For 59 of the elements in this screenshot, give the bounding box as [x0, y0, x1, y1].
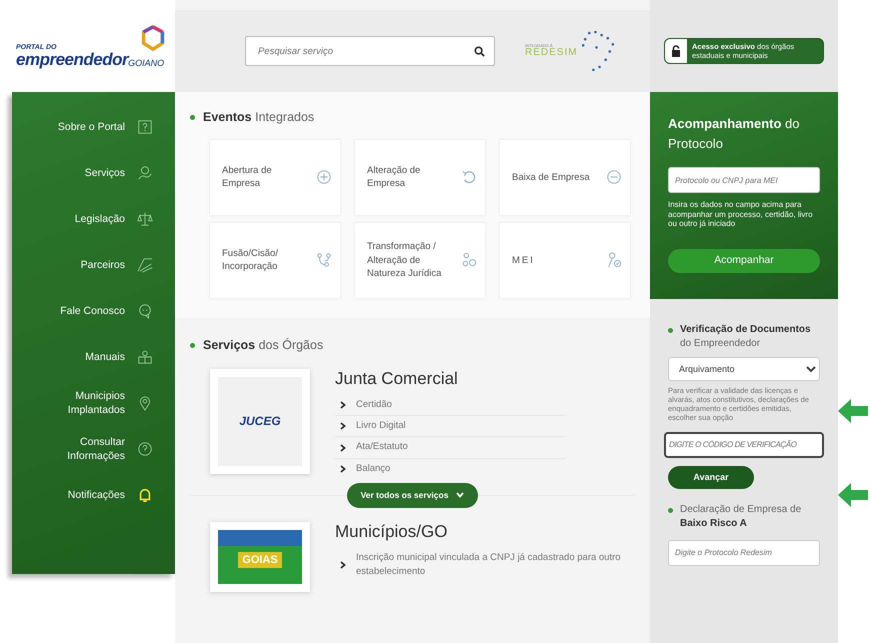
logo-text: REDESIM — [525, 48, 578, 58]
sidebar-item[interactable]: Serviços — [12, 150, 175, 196]
verification-code-field[interactable]: DIGITE O CÓDIGO DE VERIFICAÇÃO — [664, 432, 824, 458]
panel-title: Acompanhamento do Protocolo — [668, 115, 800, 152]
search-icon[interactable] — [474, 46, 485, 57]
service-link[interactable]: Inscrição municipal vinculada a CNPJ já cadastrado para outro estabelecimento — [335, 548, 635, 583]
chevron-icon — [340, 444, 346, 452]
arrow-icon — [838, 398, 868, 424]
help-text: Insira os dados no campo acima para acompanhar um processo, certidão, livro ou outro já iniciado — [668, 200, 814, 229]
sidebar-item[interactable]: Manuais — [12, 334, 175, 380]
agency-name: Junta Comercial — [335, 368, 459, 389]
chevron-icon — [340, 561, 346, 570]
protocol-field[interactable]: Protocolo ou CNPJ para MEI — [668, 167, 820, 193]
padlock-icon — [671, 45, 681, 57]
event-card[interactable]: Alteração de Empresa — [355, 140, 485, 215]
minus-icon — [606, 169, 622, 186]
logo-hexagon-icon — [141, 24, 165, 50]
section-title: Eventos Integrados — [203, 109, 314, 126]
undo-icon — [461, 169, 477, 186]
logo-text: empreendedor — [16, 50, 128, 68]
next-button[interactable]: Avançar — [668, 466, 754, 489]
user-check-icon — [606, 252, 622, 268]
view-all-button[interactable]: Ver todos os serviços — [346, 482, 478, 508]
sidebar-item[interactable]: Consultar Informações — [12, 426, 175, 472]
circles-icon — [461, 252, 477, 268]
event-card[interactable]: Transformação / Alteração de Natureza Jurídica — [355, 222, 485, 298]
brazil-map-icon — [582, 31, 614, 71]
service-link[interactable]: Certidão — [335, 394, 565, 416]
chevron-icon — [340, 401, 346, 410]
service-link[interactable]: Ata/Estatuto — [335, 437, 565, 459]
sidebar-item[interactable]: Legislação — [12, 196, 175, 242]
logo-text: GOIAS — [238, 552, 282, 568]
sidebar-item[interactable]: Fale Conosco — [12, 288, 175, 334]
event-card[interactable]: Fusão/Cisão/ Incorporação — [210, 222, 340, 298]
protocol-field[interactable]: Digite o Protocolo Redesim — [668, 540, 820, 566]
sidebar-item[interactable]: Parceiros — [12, 242, 175, 288]
chevron-icon — [340, 464, 346, 473]
service-link[interactable]: Balanço — [335, 458, 565, 479]
section-title: Serviços dos Órgãos — [203, 336, 324, 354]
plus-icon — [316, 169, 332, 186]
sidebar-item[interactable]: Notificações — [12, 472, 175, 518]
section-title: Declaração de Empresa de Baixo Risco A — [680, 502, 802, 532]
service-link[interactable]: Livro Digital — [335, 416, 565, 438]
arrow-icon — [838, 482, 868, 508]
event-card[interactable]: Abertura de Empresa — [210, 140, 340, 215]
event-card[interactable]: Baixa de Empresa — [500, 140, 630, 215]
logo-text: GOIANO — [128, 58, 164, 68]
event-card[interactable]: MEI — [500, 222, 630, 298]
track-button[interactable]: Acompanhar — [668, 248, 820, 273]
logo-text: JUCEG — [239, 413, 281, 430]
document-type-select[interactable]: Arquivamento — [668, 356, 820, 381]
search-field[interactable]: Pesquisar serviço — [245, 36, 495, 66]
chevron-down-icon — [456, 492, 464, 498]
sidebar-item[interactable]: Sobre o Portal — [12, 104, 175, 150]
chevron-icon — [340, 422, 346, 430]
section-title: Verificação de Documentos do Empreendedor — [680, 322, 812, 352]
sidebar-item[interactable]: Municipios Implantados — [12, 380, 175, 426]
network-icon — [316, 252, 332, 268]
agency-name: Municípios/GO — [335, 522, 448, 542]
